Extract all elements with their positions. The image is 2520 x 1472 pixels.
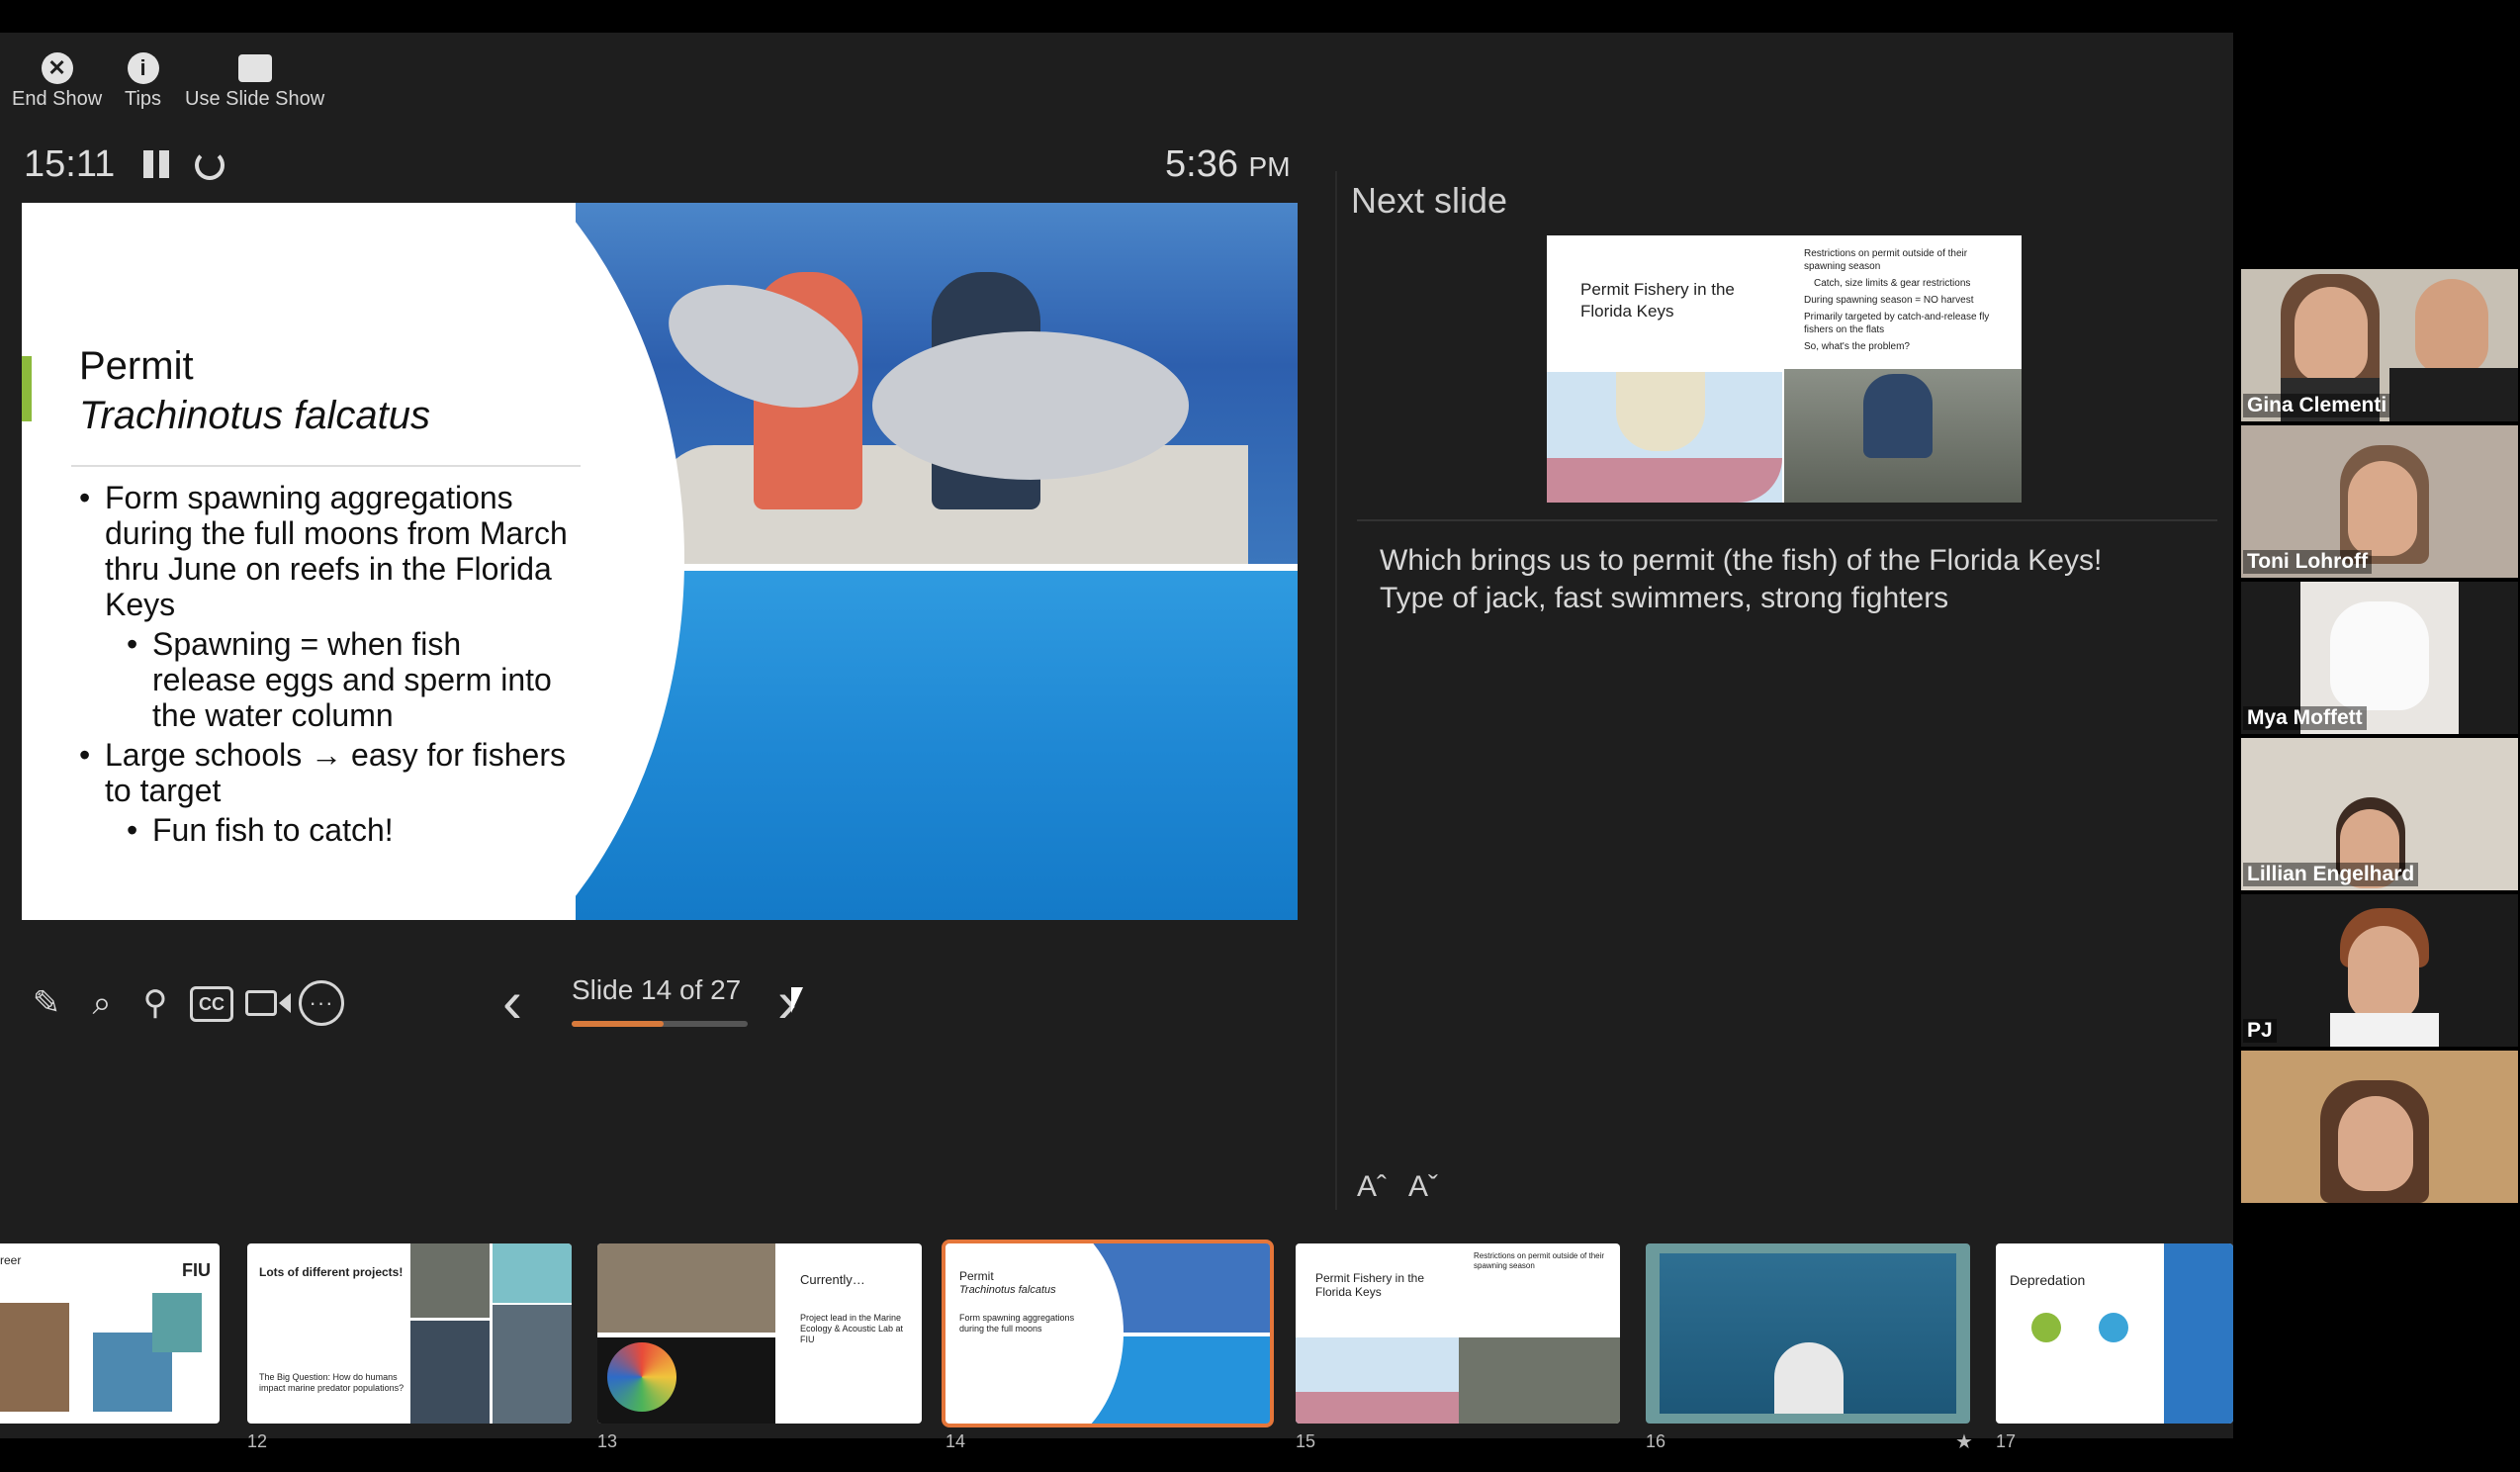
slide-title: Permit Trachinotus falcatus: [79, 341, 430, 440]
thumbnail-number: 16: [1646, 1431, 1666, 1451]
clock-time: 5:36: [1165, 143, 1238, 185]
thumbnail-slide-11[interactable]: reer FIU: [0, 1243, 220, 1424]
participant-name: Lillian Engelhard: [2243, 863, 2419, 886]
participant-name: PJ: [2243, 1019, 2277, 1043]
clock: 5:36 PM: [1165, 143, 1291, 186]
tips-button[interactable]: i Tips: [125, 52, 161, 111]
participant-name: Gina Clementi: [2243, 394, 2391, 417]
thumbnail-number: 13: [597, 1431, 618, 1451]
thumbnail-slide-16[interactable]: [1646, 1243, 1970, 1424]
thumbnail-number: 17: [1996, 1431, 2017, 1451]
florida-map: [1547, 372, 1782, 503]
reset-timer-icon[interactable]: [195, 150, 225, 180]
participant-tile[interactable]: Mya Moffett: [2241, 582, 2518, 734]
slide-progress-fill: [572, 1021, 664, 1027]
participant-tile[interactable]: Gina Clementi: [2241, 269, 2518, 421]
thumb-title: Permit: [959, 1269, 994, 1283]
next-bullet: Restrictions on permit outside of their …: [1804, 248, 1968, 272]
notes-line: Type of jack, fast swimmers, strong figh…: [1380, 582, 1949, 614]
info-icon: i: [127, 52, 159, 84]
camera-icon[interactable]: [245, 980, 291, 1026]
notes-line: Which brings us to permit (the fish) of …: [1380, 544, 2103, 577]
thumb-text: FIU: [182, 1260, 211, 1280]
thumb-title: Lots of different projects!: [259, 1265, 404, 1279]
slide-progress-bar: [572, 1021, 748, 1027]
speaker-notes[interactable]: Which brings us to permit (the fish) of …: [1380, 542, 2210, 617]
star-icon: ★: [1955, 1431, 1973, 1453]
bullet: Form spawning aggregations during the fu…: [79, 480, 574, 622]
thumb-text: Restrictions on permit outside of their …: [1474, 1251, 1605, 1270]
participant-tile[interactable]: PJ: [2241, 894, 2518, 1047]
use-slide-show-label: Use Slide Show: [185, 88, 325, 110]
fly-fisher-photo: [1784, 369, 2022, 503]
slide-counter[interactable]: Slide 14 of 27: [572, 974, 741, 1006]
thumb-title: Permit Fishery in the Florida Keys: [1315, 1271, 1425, 1299]
thumbnail-slide-15[interactable]: Permit Fishery in the Florida Keys Restr…: [1296, 1243, 1620, 1424]
current-slide[interactable]: Permit Trachinotus falcatus Form spawnin…: [22, 203, 1298, 920]
next-slide-preview[interactable]: Permit Fishery in the Florida Keys Restr…: [1547, 235, 2022, 503]
clock-suffix: PM: [1248, 151, 1291, 182]
pause-icon[interactable]: [143, 150, 171, 178]
thumbnail-number: 15: [1296, 1431, 1316, 1451]
previous-slide-button[interactable]: ‹: [502, 972, 522, 1032]
slide-title-text: Permit: [79, 344, 194, 388]
thumb-title: Currently…: [800, 1272, 865, 1287]
next-slide-bullets: Restrictions on permit outside of their …: [1804, 247, 2012, 357]
app-window: ✕ End Show i Tips Use Slide Show 15:11 5…: [0, 0, 2520, 1472]
participant-name: Toni Lohroff: [2243, 550, 2373, 574]
thumb-text: reer: [0, 1253, 22, 1267]
elapsed-timer: 15:11: [24, 143, 116, 185]
end-show-button[interactable]: ✕ End Show: [12, 52, 102, 111]
school-of-fish-photo: [576, 571, 1298, 920]
slideshow-icon: [237, 54, 272, 82]
slide-subtitle: Trachinotus falcatus: [79, 394, 430, 437]
bullet: Fun fish to catch!: [127, 812, 574, 848]
thumb-text: Project lead in the Marine Ecology & Aco…: [800, 1313, 904, 1344]
presenter-view: ✕ End Show i Tips Use Slide Show 15:11 5…: [0, 33, 2233, 1453]
end-show-label: End Show: [12, 88, 103, 110]
anglers-photo: [576, 203, 1298, 564]
decrease-font-icon[interactable]: Aˇ: [1408, 1170, 1438, 1204]
mouse-cursor: [791, 987, 815, 1013]
increase-font-icon[interactable]: Aˆ: [1357, 1170, 1387, 1204]
laser-pointer-icon[interactable]: ⚲: [133, 980, 178, 1026]
tips-label: Tips: [125, 88, 162, 110]
participant-tile[interactable]: Lillian Engelhard: [2241, 738, 2518, 890]
thumbnail-slide-12[interactable]: Lots of different projects! The Big Ques…: [247, 1243, 572, 1424]
pen-icon[interactable]: ✎: [24, 980, 69, 1026]
participant-name: Mya Moffett: [2243, 706, 2367, 730]
zoom-icon[interactable]: ⌕: [79, 980, 125, 1026]
next-slide-label: Next slide: [1351, 180, 1508, 221]
participant-tile[interactable]: Toni Lohroff: [2241, 425, 2518, 578]
more-options-icon[interactable]: ···: [299, 980, 344, 1026]
next-bullet: Primarily targeted by catch-and-release …: [1804, 312, 1990, 335]
use-slide-show-button[interactable]: Use Slide Show: [185, 52, 324, 111]
thumb-text: Form spawning aggregations during the fu…: [959, 1313, 1075, 1334]
next-slide-title: Permit Fishery in the Florida Keys: [1580, 280, 1735, 321]
thumbnail-slide-17[interactable]: Depredation: [1996, 1243, 2233, 1424]
subtitles-icon[interactable]: CC: [190, 986, 233, 1022]
close-icon: ✕: [41, 52, 73, 84]
slide-bullets: Form spawning aggregations during the fu…: [79, 480, 574, 852]
bullet: Spawning = when fish release eggs and sp…: [127, 626, 574, 733]
thumbnail-slide-13[interactable]: Currently… Project lead in the Marine Ec…: [597, 1243, 922, 1424]
bullet: Large schools → easy for fishers to targ…: [79, 737, 574, 808]
next-bullet: Catch, size limits & gear restrictions: [1814, 278, 1971, 289]
thumb-title: Depredation: [2010, 1272, 2086, 1288]
thumb-subtitle: Trachinotus falcatus: [959, 1284, 1056, 1296]
thumbnail-number: 14: [945, 1431, 966, 1451]
next-bullet: So, what's the problem?: [1804, 341, 1910, 352]
thumb-text: The Big Question: How do humans impact m…: [259, 1372, 405, 1393]
thumbnail-slide-14[interactable]: Permit Trachinotus falcatus Form spawnin…: [942, 1240, 1274, 1427]
participant-tile[interactable]: [2241, 1051, 2518, 1203]
next-bullet: During spawning season = NO harvest: [1804, 295, 1974, 306]
thumbnail-number: 12: [247, 1431, 268, 1451]
